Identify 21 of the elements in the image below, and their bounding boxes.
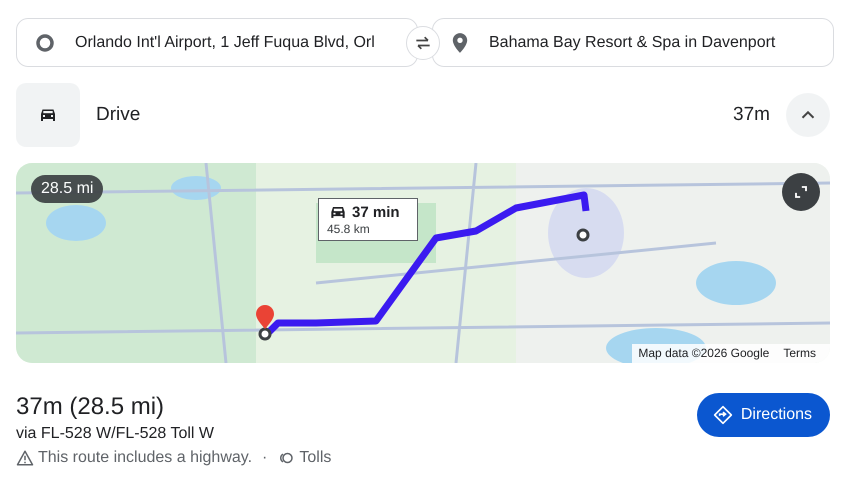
callout-duration: 37 min (352, 204, 400, 220)
terms-link[interactable]: Terms (783, 346, 816, 360)
tolls-note: Tolls (299, 449, 332, 467)
swap-button[interactable] (406, 26, 440, 60)
route-summary: 37m (28.5 mi) (16, 393, 166, 421)
destination-field[interactable]: Bahama Bay Resort & Spa in Davenport (432, 18, 834, 67)
map-attribution: Map data ©2026 Google (638, 346, 770, 360)
origin-circle-icon (35, 32, 55, 52)
mode-duration: 37m (733, 104, 770, 126)
warning-icon (16, 449, 34, 467)
route-via: via FL-528 W/FL-528 Toll W (16, 425, 215, 443)
directions-icon (712, 405, 733, 425)
drive-mode-button[interactable] (16, 83, 80, 147)
separator-dot: · (262, 449, 268, 467)
distance-badge: 28.5 mi (31, 175, 104, 203)
directions-button[interactable]: Directions (696, 393, 830, 437)
callout-distance: 45.8 km (327, 222, 371, 236)
location-pin-icon (451, 32, 469, 54)
highway-note: This route includes a highway. (38, 449, 252, 467)
origin-field[interactable]: Orlando Int'l Airport, 1 Jeff Fuqua Blvd, Orl (16, 18, 418, 67)
mode-label: Drive (96, 104, 142, 126)
